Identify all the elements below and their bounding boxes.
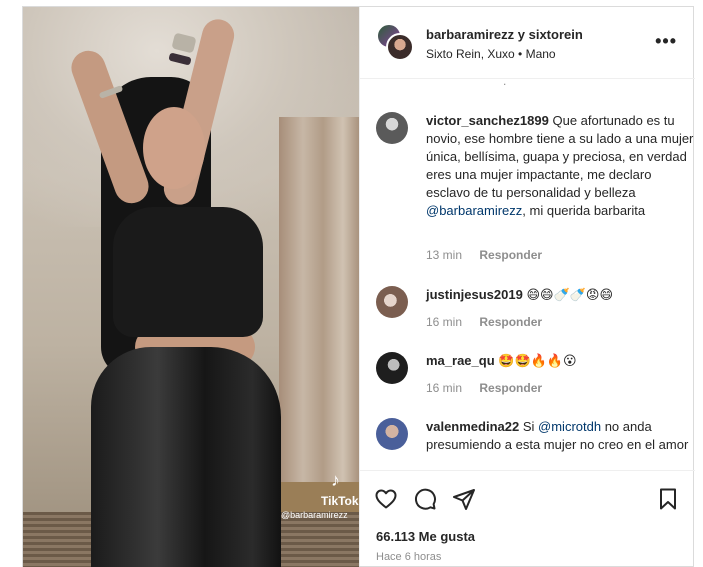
comment-text: 😄😄🍼🍼😡😄 xyxy=(526,287,614,302)
comment-text: Si xyxy=(522,419,535,434)
comment-time: 16 min xyxy=(426,315,463,329)
likes-count[interactable]: 66.113 Me gusta xyxy=(376,529,475,544)
heart-icon[interactable] xyxy=(374,487,398,511)
audio-credit[interactable]: Sixto Rein, Xuxo • Mano xyxy=(426,47,556,61)
tiktok-logo-icon: ♪ xyxy=(331,470,340,490)
comment-meta: 16 min Responder xyxy=(426,315,556,329)
curtain xyxy=(279,117,359,497)
reply-button[interactable]: Responder xyxy=(479,315,542,329)
comment-username[interactable]: victor_sanchez1899 xyxy=(426,113,549,128)
comment-username[interactable]: valenmedina22 xyxy=(426,419,519,434)
more-options-icon[interactable]: ••• xyxy=(655,31,677,52)
comment-meta: 13 min Responder xyxy=(426,248,556,262)
reply-button[interactable]: Responder xyxy=(479,381,542,395)
mention-link[interactable]: @barbaramirezz xyxy=(426,203,522,218)
collab-avatars[interactable] xyxy=(376,23,416,63)
post-dialog: ♪ TikTok @barbaramirezz barbaramirezz y … xyxy=(22,6,695,567)
avatar[interactable] xyxy=(376,286,408,318)
avatar[interactable] xyxy=(376,352,408,384)
avatar[interactable] xyxy=(376,418,408,450)
comment-icon[interactable] xyxy=(413,487,437,511)
tiktok-watermark-user: @barbaramirezz xyxy=(281,510,348,520)
post-video[interactable]: ♪ TikTok @barbaramirezz xyxy=(23,7,359,567)
comments-list[interactable]: . victor_sanchez1899 Que afortunado es t… xyxy=(360,80,695,470)
post-header: barbaramirezz y sixtorein Sixto Rein, Xu… xyxy=(360,7,695,79)
comment-text: 🤩🤩🔥🔥😮 xyxy=(498,353,577,368)
avatar[interactable] xyxy=(376,112,408,144)
reply-button[interactable]: Responder xyxy=(479,248,542,262)
avatar xyxy=(386,33,414,61)
post-actions: 66.113 Me gusta Hace 6 horas xyxy=(360,470,695,566)
comment-username[interactable]: justinjesus2019 xyxy=(426,287,523,302)
tiktok-watermark: TikTok xyxy=(321,494,359,508)
post-authors[interactable]: barbaramirezz y sixtorein xyxy=(426,27,583,42)
post-side-panel: barbaramirezz y sixtorein Sixto Rein, Xu… xyxy=(359,7,695,566)
comment-text: , mi querida barbarita xyxy=(522,203,646,218)
comment-time: 16 min xyxy=(426,381,463,395)
comment-time: 13 min xyxy=(426,248,463,262)
post-timestamp: Hace 6 horas xyxy=(376,551,442,563)
send-icon[interactable] xyxy=(452,487,476,511)
comment-username[interactable]: ma_rae_qu xyxy=(426,353,495,368)
comment-meta: 16 min Responder xyxy=(426,381,556,395)
bookmark-icon[interactable] xyxy=(656,487,680,511)
mention-link[interactable]: @microtdh xyxy=(538,419,601,434)
